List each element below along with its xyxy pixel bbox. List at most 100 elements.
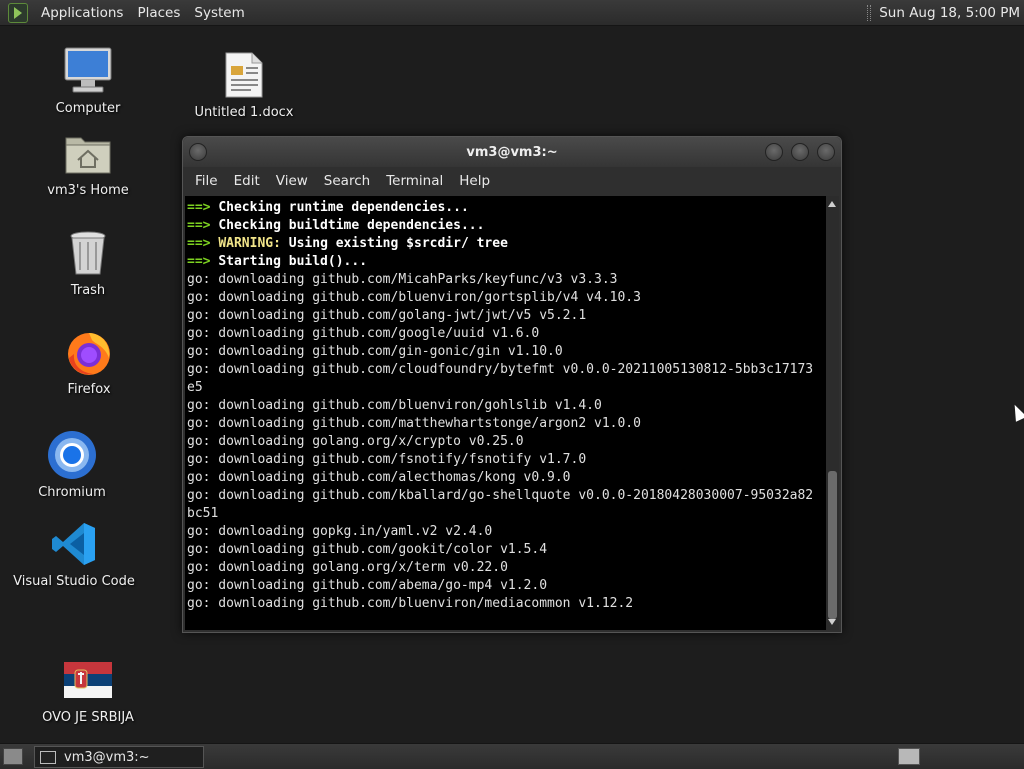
terminal-line-text: go: downloading golang.org/x/crypto v0.2… — [187, 434, 524, 449]
terminal-line-text: go: downloading github.com/MicahParks/ke… — [187, 272, 618, 287]
system-menu[interactable]: System — [187, 5, 251, 21]
terminal-line-text: go: downloading github.com/bluenviron/go… — [187, 398, 602, 413]
show-desktop-icon[interactable] — [3, 748, 23, 765]
bottom-panel: vm3@vm3:~ — [0, 743, 1024, 769]
taskbar-window-label: vm3@vm3:~ — [64, 749, 150, 765]
distro-logo-icon[interactable] — [8, 2, 28, 23]
terminal-text: ==> Checking runtime dependencies... ==> … — [185, 196, 826, 613]
terminal-line-text: go: downloading gopkg.in/yaml.v2 v2.4.0 — [187, 524, 493, 539]
desktop-icon-home[interactable]: vm3's Home — [28, 128, 148, 198]
terminal-line: ==> WARNING: Using existing $srcdir/ tre… — [187, 235, 826, 253]
terminal-line: go: downloading github.com/cloudfoundry/… — [187, 361, 826, 379]
window-title: vm3@vm3:~ — [466, 144, 558, 160]
terminal-menubar: File Edit View Search Terminal Help — [183, 167, 841, 195]
minimize-button[interactable] — [765, 143, 783, 161]
terminal-line-text: go: downloading github.com/cloudfoundry/… — [187, 362, 814, 377]
terminal-line: ==> Checking runtime dependencies... — [187, 199, 826, 217]
desktop-icon-chromium[interactable]: Chromium — [12, 430, 132, 500]
terminal-line-text: go: downloading github.com/alecthomas/ko… — [187, 470, 571, 485]
workspace-switcher[interactable] — [898, 748, 920, 765]
terminal-line-text: go: downloading github.com/google/uuid v… — [187, 326, 540, 341]
terminal-line: go: downloading github.com/golang-jwt/jw… — [187, 307, 826, 325]
terminal-window[interactable]: vm3@vm3:~ File Edit View Search Terminal… — [182, 136, 842, 633]
terminal-line-text: Checking runtime dependencies... — [218, 200, 469, 215]
places-menu[interactable]: Places — [130, 5, 187, 21]
terminal-line-text: e5 — [187, 380, 203, 395]
terminal-line: go: downloading github.com/abema/go-mp4 … — [187, 577, 826, 595]
desktop-icon-serbia[interactable]: OVO JE SRBIJA — [28, 655, 148, 725]
prompt-arrow: ==> — [187, 218, 219, 233]
menu-search[interactable]: Search — [316, 173, 378, 189]
desktop-icon-label: Untitled 1.docx — [194, 105, 294, 120]
terminal-line-text: go: downloading github.com/abema/go-mp4 … — [187, 578, 548, 593]
applications-menu[interactable]: Applications — [34, 5, 130, 21]
menu-terminal[interactable]: Terminal — [378, 173, 451, 189]
terminal-line: go: downloading gopkg.in/yaml.v2 v2.4.0 — [187, 523, 826, 541]
terminal-line-text: WARNING: — [218, 236, 281, 251]
terminal-line-text: Starting build()... — [218, 254, 368, 269]
terminal-line-text: go: downloading github.com/gin-gonic/gin… — [187, 344, 563, 359]
terminal-line: go: downloading github.com/google/uuid v… — [187, 325, 826, 343]
prompt-arrow: ==> — [187, 236, 219, 251]
terminal-line-text: go: downloading github.com/gookit/color … — [187, 542, 548, 557]
window-titlebar[interactable]: vm3@vm3:~ — [183, 137, 841, 167]
trash-icon — [63, 228, 113, 278]
terminal-output[interactable]: ==> Checking runtime dependencies... ==> … — [185, 196, 826, 630]
terminal-line: go: downloading github.com/bluenviron/me… — [187, 595, 826, 613]
terminal-line: bc51 — [187, 505, 826, 523]
terminal-line: go: downloading github.com/bluenviron/go… — [187, 289, 826, 307]
menu-help[interactable]: Help — [451, 173, 498, 189]
terminal-line-text: bc51 — [187, 506, 219, 521]
terminal-line-text: go: downloading github.com/bluenviron/me… — [187, 596, 634, 611]
taskbar-window-button[interactable]: vm3@vm3:~ — [34, 746, 204, 768]
terminal-line: go: downloading github.com/fsnotify/fsno… — [187, 451, 826, 469]
vertical-scrollbar[interactable] — [826, 196, 839, 630]
desktop-icon-label: Trash — [70, 283, 106, 298]
terminal-line: go: downloading github.com/bluenviron/go… — [187, 397, 826, 415]
terminal-line: ==> Checking buildtime dependencies... — [187, 217, 826, 235]
terminal-line: ==> Starting build()... — [187, 253, 826, 271]
terminal-line-text: go: downloading github.com/kballard/go-s… — [187, 488, 814, 503]
terminal-line: go: downloading github.com/MicahParks/ke… — [187, 271, 826, 289]
menu-file[interactable]: File — [187, 173, 226, 189]
terminal-line: e5 — [187, 379, 826, 397]
terminal-line: go: downloading golang.org/x/term v0.22.… — [187, 559, 826, 577]
desktop-icon-computer[interactable]: Computer — [28, 46, 148, 116]
terminal-line-text: go: downloading github.com/bluenviron/go… — [187, 290, 641, 305]
menu-view[interactable]: View — [268, 173, 316, 189]
document-icon — [219, 50, 269, 100]
terminal-line: go: downloading github.com/gookit/color … — [187, 541, 826, 559]
desktop-icon-vscode[interactable]: Visual Studio Code — [13, 519, 135, 589]
window-menu-icon[interactable] — [189, 143, 207, 161]
terminal-icon — [40, 750, 56, 764]
menu-edit[interactable]: Edit — [226, 173, 268, 189]
chromium-icon — [47, 430, 97, 480]
panel-separator — [867, 4, 872, 21]
serbia-flag-icon — [63, 655, 113, 705]
desktop-icon-label: OVO JE SRBIJA — [42, 710, 134, 725]
terminal-line-text: go: downloading github.com/matthewhartst… — [187, 416, 641, 431]
desktop-icon-firefox[interactable]: Firefox — [29, 327, 149, 397]
terminal-line: go: downloading github.com/alecthomas/ko… — [187, 469, 826, 487]
terminal-line: go: downloading golang.org/x/crypto v0.2… — [187, 433, 826, 451]
vscode-icon — [49, 519, 99, 569]
terminal-line: go: downloading github.com/gin-gonic/gin… — [187, 343, 826, 361]
desktop-icon-label: Computer — [55, 101, 121, 116]
clock[interactable]: Sun Aug 18, 5:00 PM — [879, 5, 1024, 21]
terminal-line-text: go: downloading github.com/golang-jwt/jw… — [187, 308, 587, 323]
terminal-line-text: Checking buildtime dependencies... — [218, 218, 485, 233]
scroll-down-icon[interactable] — [828, 619, 836, 625]
firefox-icon — [64, 327, 114, 377]
terminal-line-text: go: downloading github.com/fsnotify/fsno… — [187, 452, 587, 467]
home-folder-icon — [63, 128, 113, 178]
terminal-line-text: go: downloading golang.org/x/term v0.22.… — [187, 560, 508, 575]
close-button[interactable] — [817, 143, 835, 161]
desktop-icon-label: Visual Studio Code — [13, 574, 135, 589]
maximize-button[interactable] — [791, 143, 809, 161]
scrollbar-thumb[interactable] — [828, 471, 837, 619]
prompt-arrow: ==> — [187, 254, 219, 269]
desktop-icon-trash[interactable]: Trash — [28, 228, 148, 298]
scroll-up-icon[interactable] — [828, 201, 836, 207]
top-panel: Applications Places System Sun Aug 18, 5… — [0, 0, 1024, 26]
desktop-icon-document[interactable]: Untitled 1.docx — [184, 50, 304, 120]
